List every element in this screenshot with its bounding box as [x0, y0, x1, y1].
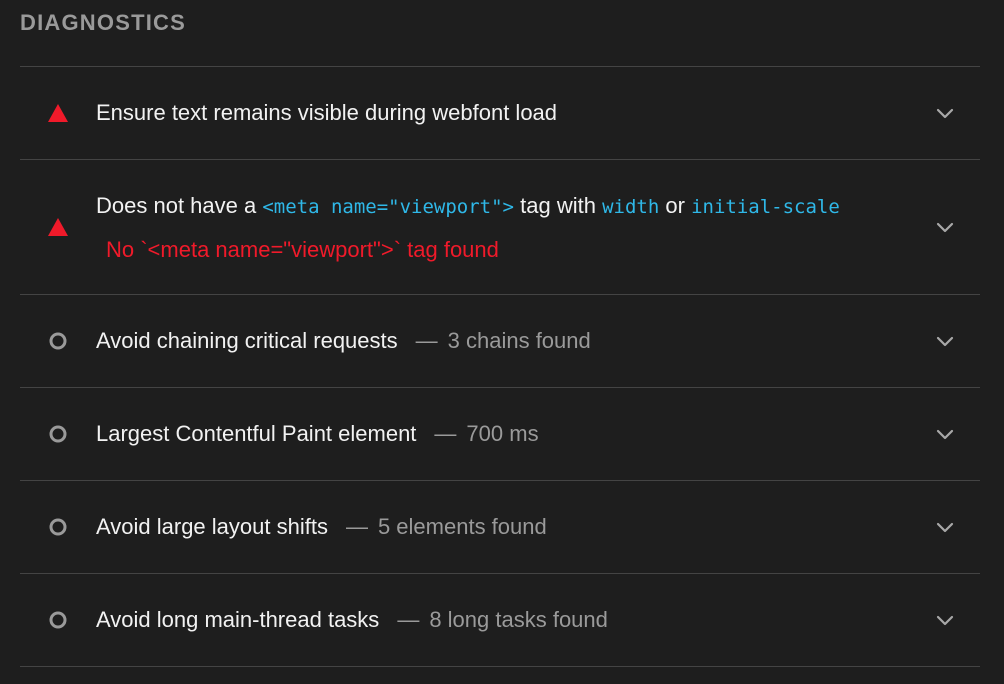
audit-item-webfont[interactable]: Ensure text remains visible during webfo…: [20, 67, 980, 160]
informative-circle-icon: [48, 610, 68, 630]
audit-detail: 700 ms: [466, 421, 539, 446]
audit-error-message: No `<meta name="viewport">` tag found: [106, 237, 499, 262]
audit-item-lcp-element[interactable]: Largest Contentful Paint element — 700 ms: [20, 388, 980, 481]
audit-title-code: initial-scale: [691, 196, 840, 218]
audit-title-text: or: [659, 193, 692, 218]
audit-title: Ensure text remains visible during webfo…: [96, 100, 558, 125]
chevron-down-icon[interactable]: [934, 216, 956, 238]
audit-title: Avoid chaining critical requests — 3 chain…: [96, 328, 591, 354]
audit-detail: 8 long tasks found: [429, 607, 608, 632]
fail-triangle-icon: [48, 103, 68, 123]
audit-title-text: Avoid chaining critical requests: [96, 328, 398, 353]
audit-detail: 5 elements found: [377, 514, 547, 539]
audit-separator: —: [434, 421, 457, 446]
audit-title: Avoid long main-thread tasks — 8 long task…: [96, 607, 608, 633]
informative-circle-icon: [48, 331, 68, 351]
audit-title: Does not have a <meta name="viewport"> t…: [96, 193, 840, 219]
audit-title: Avoid large layout shifts — 5 elements fou…: [96, 514, 547, 540]
audit-detail: 3 chains found: [447, 328, 591, 353]
chevron-down-icon[interactable]: [934, 102, 956, 124]
audit-separator: —: [345, 514, 368, 539]
chevron-down-icon[interactable]: [934, 423, 956, 445]
audit-separator: —: [415, 328, 438, 353]
informative-circle-icon: [48, 517, 68, 537]
audit-item-layout-shifts[interactable]: Avoid large layout shifts — 5 elements fou…: [20, 481, 980, 574]
informative-circle-icon: [48, 424, 68, 444]
chevron-down-icon[interactable]: [934, 609, 956, 631]
audit-title-text: tag with: [514, 193, 603, 218]
audit-separator: —: [397, 607, 420, 632]
audit-title-text: Largest Contentful Paint element: [96, 421, 417, 446]
audit-title-text: Does not have a: [96, 193, 263, 218]
chevron-down-icon[interactable]: [934, 516, 956, 538]
fail-triangle-icon: [48, 217, 68, 237]
section-title: DIAGNOSTICS: [20, 10, 186, 35]
audit-title: Largest Contentful Paint element — 700 ms: [96, 421, 539, 447]
audit-item-viewport[interactable]: Does not have a <meta name="viewport"> t…: [20, 160, 980, 295]
audit-title-text: Avoid long main-thread tasks: [96, 607, 380, 632]
audit-item-long-tasks[interactable]: Avoid long main-thread tasks — 8 long task…: [20, 574, 980, 667]
audit-title-code: width: [602, 196, 660, 218]
audit-list: Ensure text remains visible during webfo…: [20, 66, 980, 667]
chevron-down-icon[interactable]: [934, 330, 956, 352]
audit-title-code: <meta name="viewport">: [262, 196, 515, 218]
audit-title-text: Avoid large layout shifts: [96, 514, 328, 539]
audit-item-critical-requests[interactable]: Avoid chaining critical requests — 3 chain…: [20, 295, 980, 388]
